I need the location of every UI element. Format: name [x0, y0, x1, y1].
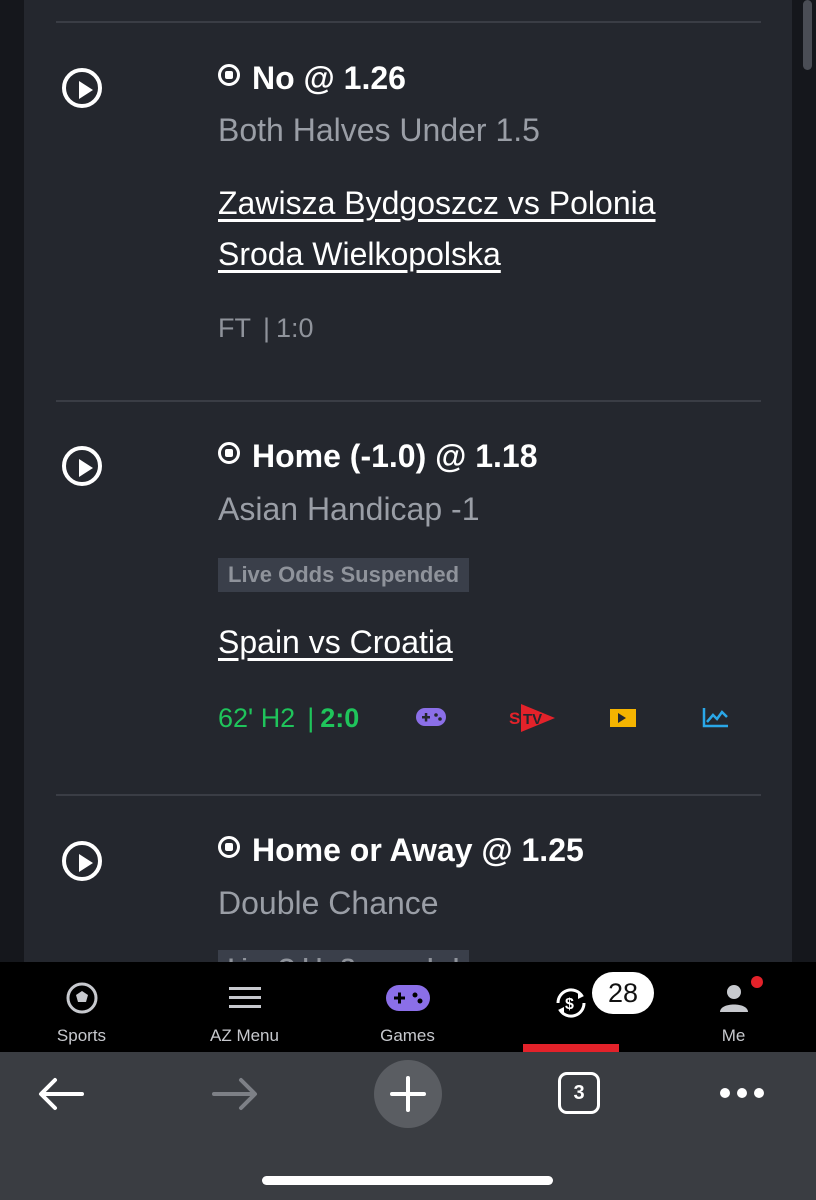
- soccer-ball-icon: [66, 982, 97, 1014]
- tabs-count-button[interactable]: 3: [558, 1072, 600, 1114]
- play-icon[interactable]: [62, 68, 102, 108]
- stv-icon[interactable]: S TV: [507, 702, 557, 734]
- play-icon[interactable]: [62, 841, 102, 881]
- match-score: 1:0: [276, 313, 314, 343]
- nav-me[interactable]: Me: [652, 962, 815, 1052]
- game-controller-icon: [385, 985, 430, 1011]
- pick-text: No @ 1.26: [252, 60, 406, 96]
- active-tab-indicator: [523, 1044, 619, 1052]
- nav-label: AZ Menu: [210, 1026, 279, 1045]
- soccer-ball-icon: [218, 836, 240, 858]
- status-separator: |: [263, 313, 271, 343]
- game-controller-icon[interactable]: [415, 705, 447, 729]
- status-text: FT: [218, 313, 251, 343]
- status-separator: |: [307, 703, 315, 733]
- notification-dot: [751, 976, 763, 988]
- hamburger-menu-icon: [228, 987, 261, 1008]
- pick-text: Home (-1.0) @ 1.18: [252, 438, 538, 474]
- new-tab-button[interactable]: [374, 1060, 442, 1128]
- bet-market: Both Halves Under 1.5: [218, 112, 540, 148]
- bottom-nav: Sports AZ Menu Games $ Me: [0, 962, 816, 1052]
- svg-text:$: $: [565, 996, 574, 1013]
- bet-pick: Home (-1.0) @ 1.18: [218, 438, 538, 475]
- nav-label: Sports: [56, 1026, 107, 1045]
- nav-label: Me: [721, 1026, 746, 1045]
- bet-pick: Home or Away @ 1.25: [218, 832, 584, 869]
- forward-arrow-icon[interactable]: [212, 1077, 258, 1111]
- user-icon: [719, 985, 748, 1012]
- svg-text:S: S: [509, 709, 520, 728]
- match-link[interactable]: Spain vs Croatia: [218, 617, 738, 668]
- stats-chart-icon[interactable]: [702, 706, 730, 728]
- cashout-icon: $: [556, 988, 586, 1018]
- back-arrow-icon[interactable]: [38, 1077, 84, 1111]
- bet-list: No @ 1.26 Both Halves Under 1.5 Zawisza …: [24, 0, 792, 962]
- nav-az-menu[interactable]: AZ Menu: [163, 962, 326, 1052]
- soccer-ball-icon: [218, 442, 240, 464]
- match-status: FT | 1:0: [218, 313, 314, 344]
- play-tv-icon[interactable]: [609, 708, 637, 728]
- divider: [56, 794, 761, 796]
- divider: [56, 21, 761, 23]
- scrollbar[interactable]: [803, 0, 812, 70]
- status-text: 62' H2: [218, 703, 296, 733]
- plus-icon: [390, 1076, 426, 1112]
- match-link[interactable]: Zawisza Bydgoszcz vs Polonia Sroda Wielk…: [218, 178, 738, 280]
- svg-text:TV: TV: [523, 711, 542, 728]
- match-score: 2:0: [320, 703, 360, 733]
- soccer-ball-icon: [218, 64, 240, 86]
- suspended-badge: Live Odds Suspended: [218, 558, 470, 592]
- open-bets-count-badge: 28: [592, 972, 654, 1014]
- match-status: 62' H2 | 2:0: [218, 703, 359, 734]
- bet-market: Double Chance: [218, 885, 439, 921]
- more-options-icon[interactable]: [719, 1086, 765, 1100]
- bet-market: Asian Handicap -1: [218, 491, 480, 527]
- play-icon[interactable]: [62, 446, 102, 486]
- suspended-badge: Live Odds Suspended: [218, 950, 470, 962]
- nav-label: Games: [380, 1026, 435, 1045]
- nav-sports[interactable]: Sports: [0, 962, 163, 1052]
- home-indicator[interactable]: [262, 1176, 553, 1185]
- bet-pick: No @ 1.26: [218, 60, 406, 97]
- nav-games[interactable]: Games: [326, 962, 489, 1052]
- divider: [56, 400, 761, 402]
- pick-text: Home or Away @ 1.25: [252, 832, 584, 868]
